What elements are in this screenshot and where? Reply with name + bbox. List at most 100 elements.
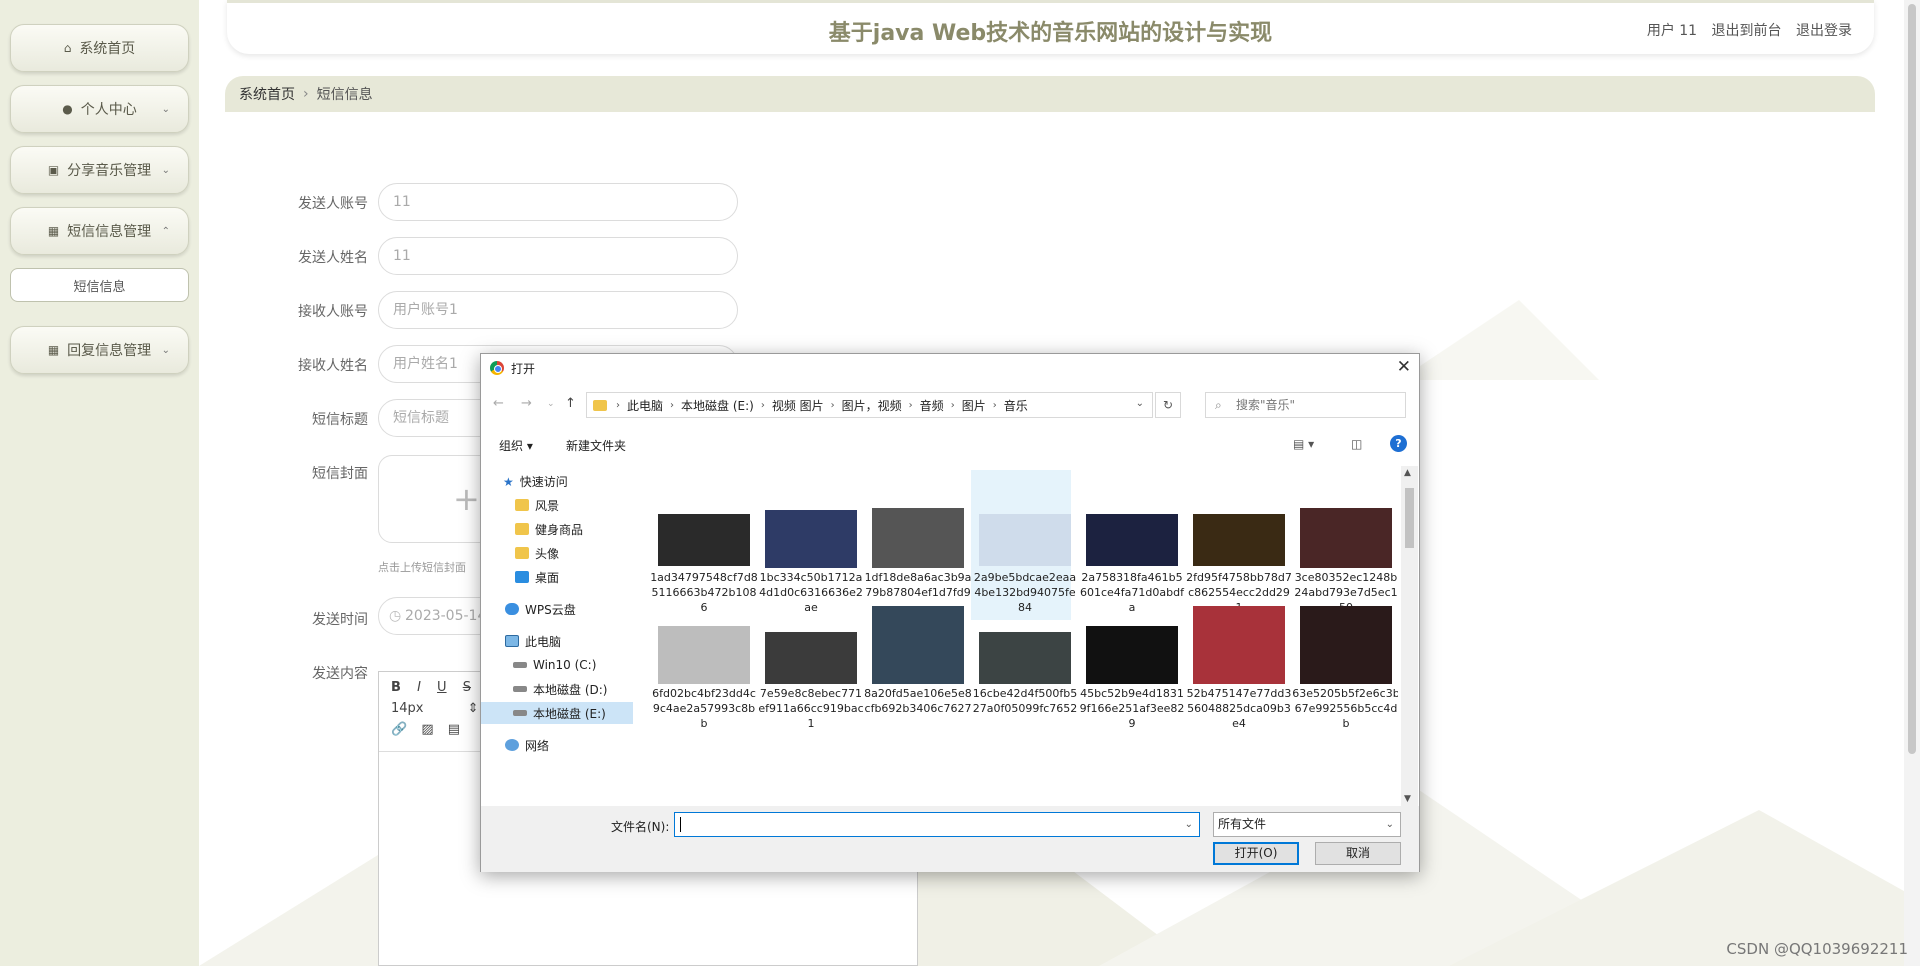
new-folder-button[interactable]: 新建文件夹 [566,437,626,454]
tree-item-label: 此电脑 [525,634,562,649]
bold-icon[interactable]: B [391,680,401,695]
underline-icon[interactable]: U [437,680,447,695]
tree-item-this-pc[interactable]: 此电脑 [505,630,561,652]
up-arrow-icon[interactable]: ↑ [565,396,576,411]
tree-item-label: 健身商品 [535,522,584,537]
tree-item-fitness[interactable]: 健身商品 [515,518,583,540]
page-scrollbar[interactable] [1904,0,1920,966]
italic-icon[interactable]: I [417,680,421,695]
sidebar-item-personal[interactable]: ● 个人中心 ⌄ [10,85,189,133]
preview-pane-icon[interactable]: ◫ [1351,437,1362,451]
sidebar-item-reply-manage[interactable]: ▦ 回复信息管理 ⌄ [10,326,189,374]
sidebar-item-label: 短信信息管理 [67,224,152,240]
file-name: 1ad34797548cf7d85116663b472b1086 [650,571,758,614]
file-item[interactable]: 1bc334c50b1712a4d1d0c6316636e2ae [757,470,863,620]
tree-item-quick-access[interactable]: ★ 快速访问 [503,470,568,492]
page-scroll-thumb[interactable] [1908,4,1916,754]
tree-item-drive-e[interactable]: 本地磁盘 (E:) [481,702,633,724]
refresh-icon[interactable]: ↻ [1155,392,1181,418]
sender-name-field[interactable]: 11 [378,237,738,275]
receiver-account-field[interactable]: 用户账号1 [378,291,738,329]
file-item[interactable]: 2fd95f4758bb78d7c862554ecc2dd291 [1185,470,1292,620]
path-crumb[interactable]: 图片，视频 [842,397,902,414]
tree-item-scenery[interactable]: 风景 [515,494,559,516]
image-icon[interactable]: ▨ [421,722,433,737]
watermark: CSDN @QQ1039692211 [1726,940,1908,958]
scroll-down-icon[interactable]: ▼ [1404,794,1411,804]
tree-item-desktop[interactable]: 桌面 [515,566,559,588]
search-input[interactable]: ⌕ 搜索"音乐" [1205,392,1406,418]
filename-label: 文件名(N): [611,820,670,834]
send-content-label: 发送内容 [312,666,368,682]
path-crumb[interactable]: 图片 [962,397,986,414]
file-item[interactable]: 1df18de8a6ac3b9a79b87804ef1d7fd9 [864,470,971,620]
path-crumb[interactable]: 视频 图片 [772,397,824,414]
help-icon[interactable]: ? [1390,435,1407,452]
file-item[interactable]: 8a20fd5ae106e5e8cfb692b3406c7627 [864,606,972,772]
address-bar[interactable]: › 此电脑 › 本地磁盘 (E:) › 视频 图片 › 图片，视频 › 音频 ›… [586,392,1153,418]
link-icon[interactable]: 🔗 [391,722,407,737]
forward-arrow-icon[interactable]: → [521,396,532,411]
path-crumb[interactable]: 音频 [920,397,944,414]
breadcrumb-home[interactable]: 系统首页 [239,84,295,104]
file-item[interactable]: 16cbe42d4f500fb527a0f05099fc7652 [971,622,1077,772]
file-item[interactable]: 3ce80352ec1248b24abd793e7d5ec150 [1292,470,1398,620]
strike-icon[interactable]: S [463,680,471,695]
breadcrumb-separator: › [303,86,309,102]
file-grid-scrollbar[interactable]: ▲ ▼ [1401,466,1418,806]
chrome-icon [490,361,504,375]
sidebar-item-home[interactable]: ⌂ 系统首页 [10,24,189,72]
file-item[interactable]: 2a758318fa461b5601ce4fa71d0abdfa [1078,470,1184,620]
video-icon[interactable]: ▤ [448,722,460,737]
recent-chevron-icon[interactable]: ⌄ [547,399,555,409]
file-item[interactable]: 45bc52b9e4d18319f166e251af3ee829 [1078,622,1184,772]
tree-item-avatar[interactable]: 头像 [515,542,559,564]
file-item[interactable]: 1ad34797548cf7d85116663b472b1086 [650,470,758,620]
file-item[interactable]: 52b475147e77dd356048825dca09b3e4 [1185,606,1291,772]
file-item-hovered[interactable]: 2a9be5bdcae2eaa4be132bd94075fe84 [971,470,1076,620]
tree-item-drive-d[interactable]: 本地磁盘 (D:) [513,678,607,700]
path-sep-icon: › [992,399,997,411]
search-icon: ⌕ [1215,398,1222,412]
tree-item-network[interactable]: 网络 [505,734,549,756]
tree-item-wps-cloud[interactable]: WPS云盘 [505,598,576,620]
path-crumb[interactable]: 此电脑 [627,397,663,414]
sidebar-item-share-music[interactable]: ▣ 分享音乐管理 ⌄ [10,146,189,194]
filename-input[interactable]: ⌄ [674,812,1200,837]
scroll-up-icon[interactable]: ▲ [1404,468,1411,478]
logout-link[interactable]: 退出登录 [1796,23,1852,39]
top-links: 用户 11 退出到前台 退出登录 [1637,20,1852,40]
close-icon[interactable]: ✕ [1397,357,1411,377]
receiver-name-label: 接收人姓名 [298,358,368,374]
file-item[interactable]: 6fd02bc4bf23dd4c9c4ae2a57993c8bb [650,622,756,772]
view-options-icon[interactable]: ▤ ▾ [1293,437,1314,451]
path-crumb[interactable]: 本地磁盘 (E:) [681,397,754,414]
back-arrow-icon[interactable]: ← [493,396,504,411]
plus-icon: + [453,480,480,518]
sidebar-item-sms-manage[interactable]: ▦ 短信信息管理 ⌃ [10,207,189,255]
path-sep-icon: › [670,399,675,411]
sender-account-field[interactable]: 11 [378,183,738,221]
cancel-button[interactable]: 取消 [1315,842,1401,865]
chevron-down-icon[interactable]: ⌄ [1136,398,1144,409]
organize-button[interactable]: 组织 ▾ [499,437,533,454]
folder-icon [593,399,607,411]
sidebar-item-label: 系统首页 [79,41,136,57]
file-grid: 1ad34797548cf7d85116663b472b1086 1bc334c… [638,466,1398,806]
open-button[interactable]: 打开(O) [1213,842,1299,865]
back-to-front-link[interactable]: 退出到前台 [1712,23,1782,39]
tree-item-label: Win10 (C:) [533,658,597,672]
receiver-account-label: 接收人账号 [298,304,368,320]
scroll-thumb[interactable] [1405,488,1414,548]
chevron-down-icon: ⌄ [161,103,170,115]
file-type-select[interactable]: 所有文件 ⌄ [1213,812,1401,837]
file-item[interactable]: 63e5205b5f2e6c3b67e992556b5cc4db [1292,606,1398,772]
sidebar-subitem-sms[interactable]: 短信信息 [10,268,189,302]
folder-icon [515,523,529,535]
computer-icon [505,635,519,647]
tree-item-drive-c[interactable]: Win10 (C:) [513,654,596,676]
chevron-down-icon[interactable]: ⌄ [1185,813,1193,836]
file-item[interactable]: 7e59e8c8ebec771ef911a66cc919bac1 [757,622,864,772]
path-crumb[interactable]: 音乐 [1004,397,1028,414]
file-thumbnail [658,626,750,684]
